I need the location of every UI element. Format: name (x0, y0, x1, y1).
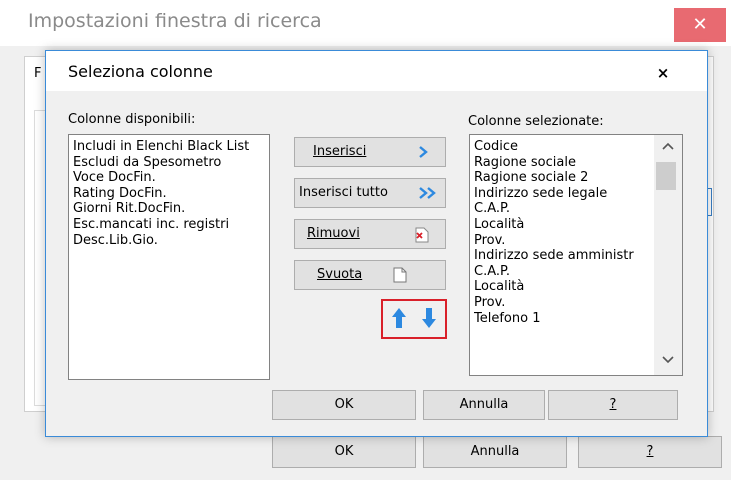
parent-close-button[interactable]: ✕ (674, 8, 726, 42)
selected-columns-label-text: Colonne selezionate: (468, 114, 604, 129)
list-item[interactable]: Prov. (474, 295, 657, 311)
parent-help-button[interactable]: ? (578, 436, 722, 468)
dialog-title: Seleziona colonne (68, 62, 213, 81)
inserisci-tutto-button[interactable]: Inserisci tutto (294, 178, 446, 208)
help-label: ? (609, 397, 617, 412)
parent-tab-label[interactable]: F (34, 66, 41, 81)
svuota-label: Svuota (317, 267, 363, 282)
parent-ok-button[interactable]: OK (272, 436, 416, 468)
annulla-label: Annulla (459, 397, 509, 412)
help-button[interactable]: ? (548, 390, 678, 420)
move-up-button[interactable] (384, 301, 414, 335)
arrow-up-icon (392, 308, 406, 328)
inserisci-button[interactable]: Inserisci (294, 137, 446, 167)
parent-window-title: Impostazioni finestra di ricerca (28, 10, 322, 32)
selected-columns-label: Colonne selezionate: (468, 114, 604, 129)
list-item[interactable]: Telefono 1 (474, 311, 657, 327)
list-item[interactable]: Esc.mancati inc. registri (73, 217, 249, 233)
inserisci-tutto-label: Inserisci tutto (299, 185, 388, 200)
list-item[interactable]: Escludi da Spesometro (73, 155, 249, 171)
list-item[interactable]: Indirizzo sede amministr (474, 248, 657, 264)
scroll-up-button[interactable] (654, 138, 682, 156)
chevron-up-icon (662, 142, 674, 150)
list-item[interactable]: Includi in Elenchi Black List (73, 139, 249, 155)
parent-focused-field-edge (708, 188, 712, 216)
scroll-down-button[interactable] (654, 352, 682, 370)
list-item[interactable]: Prov. (474, 233, 657, 249)
list-item[interactable]: C.A.P. (474, 264, 657, 280)
chevron-down-icon (662, 356, 674, 364)
inserisci-label: Inserisci (313, 144, 367, 159)
list-item[interactable]: Rating DocFin. (73, 186, 249, 202)
rimuovi-button[interactable]: Rimuovi (294, 219, 446, 249)
list-item[interactable]: Indirizzo sede legale (474, 186, 657, 202)
move-down-button[interactable] (414, 301, 444, 335)
selected-columns-list[interactable]: Codice Ragione sociale Ragione sociale 2… (469, 134, 683, 376)
available-columns-label-text: Colonne disponibili: (68, 112, 196, 127)
blank-document-icon (391, 261, 409, 300)
parent-annulla-label: Annulla (470, 444, 520, 459)
list-item[interactable]: Voce DocFin. (73, 170, 249, 186)
rimuovi-label: Rimuovi (307, 226, 360, 241)
list-item[interactable]: Ragione sociale (474, 155, 657, 171)
double-chevron-right-icon (417, 179, 439, 218)
annulla-button[interactable]: Annulla (423, 390, 545, 420)
arrow-down-icon (422, 308, 436, 328)
available-columns-list[interactable]: Includi in Elenchi Black List Escludi da… (68, 134, 270, 380)
svuota-button[interactable]: Svuota (294, 260, 446, 290)
delete-document-icon (411, 220, 431, 259)
list-item[interactable]: Codice (474, 139, 657, 155)
list-item[interactable]: Giorni Rit.DocFin. (73, 201, 249, 217)
list-item[interactable]: Località (474, 217, 657, 233)
list-item[interactable]: C.A.P. (474, 201, 657, 217)
ok-button[interactable]: OK (272, 390, 416, 420)
scroll-thumb[interactable] (656, 162, 676, 190)
list-item[interactable]: Ragione sociale 2 (474, 170, 657, 186)
parent-help-label: ? (646, 444, 654, 459)
chevron-right-icon (417, 138, 429, 177)
list-item[interactable]: Località (474, 279, 657, 295)
list-item[interactable]: Desc.Lib.Gio. (73, 233, 249, 249)
parent-annulla-button[interactable]: Annulla (423, 436, 567, 468)
available-columns-label: Colonne disponibili: (68, 112, 195, 127)
ok-label: OK (334, 397, 354, 412)
dialog-close-button[interactable]: × (652, 62, 674, 84)
parent-ok-label: OK (334, 444, 354, 459)
